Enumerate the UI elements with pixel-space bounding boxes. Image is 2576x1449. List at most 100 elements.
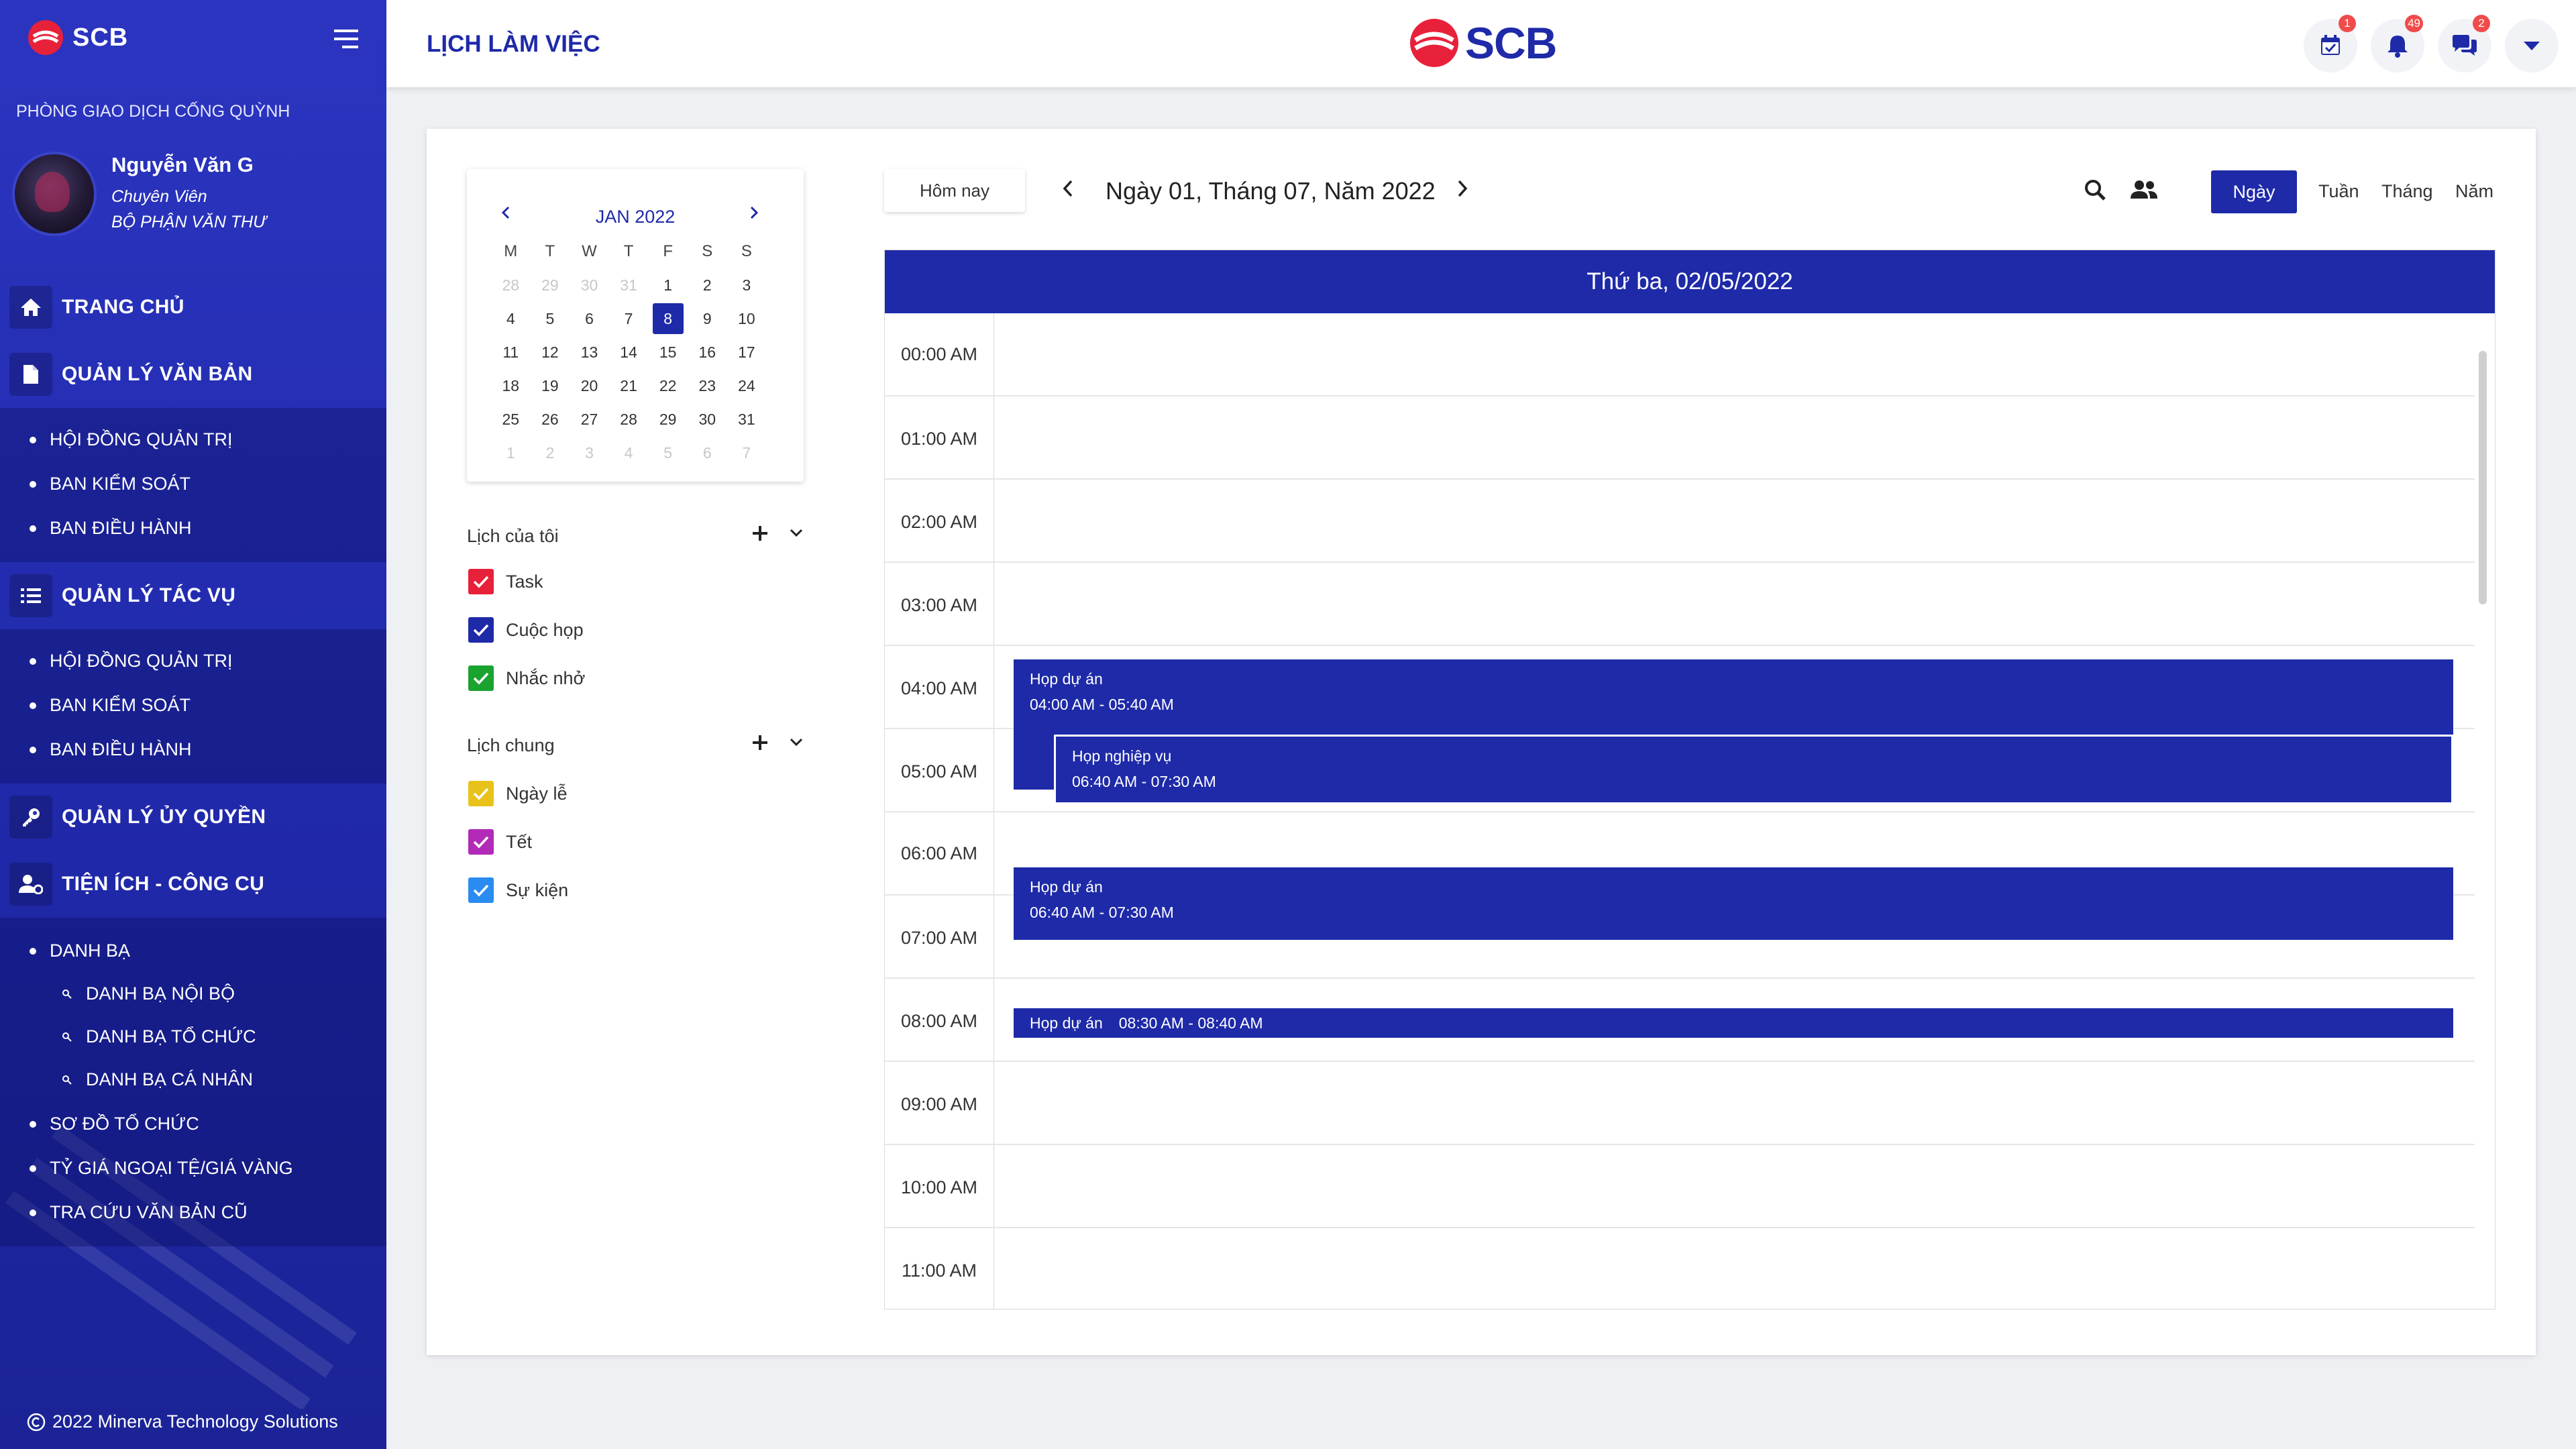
checkbox-checked-icon[interactable]	[468, 877, 494, 903]
view-year-button[interactable]: Năm	[2455, 181, 2493, 202]
calendar-notification-button[interactable]: 1	[2304, 15, 2357, 72]
calendar-day[interactable]: 30	[688, 402, 727, 436]
calendar-day[interactable]: 19	[531, 369, 570, 402]
sidebar-subitem-board[interactable]: HỘI ĐỒNG QUẢN TRỊ	[30, 429, 233, 450]
calendar-day-selected[interactable]: 8	[648, 302, 688, 335]
next-day-button[interactable]	[1456, 178, 1469, 199]
sidebar-subitem-personal-directory[interactable]: DANH BẠ CÁ NHÂN	[62, 1069, 253, 1090]
hour-row[interactable]: 02:00 AM	[885, 480, 2475, 563]
add-shared-calendar-button[interactable]	[751, 734, 769, 751]
calendar-filter-task[interactable]: Task	[468, 569, 543, 594]
calendar-day[interactable]: 1	[648, 268, 688, 302]
calendar-day[interactable]: 20	[570, 369, 609, 402]
calendar-day[interactable]: 1	[491, 436, 531, 470]
checkbox-checked-icon[interactable]	[468, 569, 494, 594]
event-project-meeting-2[interactable]: Họp dự án 06:40 AM - 07:30 AM	[1014, 867, 2453, 940]
hour-row[interactable]: 09:00 AM	[885, 1062, 2475, 1145]
calendar-day[interactable]: 2	[688, 268, 727, 302]
event-business-meeting[interactable]: Họp nghiệp vụ 06:40 AM - 07:30 AM	[1054, 735, 2453, 804]
view-day-button[interactable]: Ngày	[2211, 170, 2297, 213]
hour-row[interactable]: 03:00 AM	[885, 563, 2475, 646]
user-menu-dropdown[interactable]	[2505, 19, 2559, 72]
calendar-filter-event[interactable]: Sự kiện	[468, 877, 568, 903]
event-project-meeting-3[interactable]: Họp dự án 08:30 AM - 08:40 AM	[1014, 1008, 2453, 1038]
calendar-day[interactable]: 22	[648, 369, 688, 402]
calendar-day[interactable]: 14	[609, 335, 649, 369]
sidebar-item-tasks[interactable]: QUẢN LÝ TÁC VỤ	[0, 564, 386, 628]
search-button[interactable]	[2084, 178, 2106, 201]
sidebar-subitem-supervisory[interactable]: BAN KIỂM SOÁT	[30, 695, 191, 716]
hour-row[interactable]: 10:00 AM	[885, 1145, 2475, 1228]
hour-row[interactable]: 11:00 AM	[885, 1228, 2475, 1309]
sidebar-subitem-internal-directory[interactable]: DANH BẠ NỘI BỘ	[62, 983, 235, 1004]
day-view-grid[interactable]: Thứ ba, 02/05/2022 00:00 AM 01:00 AM 02:…	[884, 250, 2496, 1309]
hour-row[interactable]: 01:00 AM	[885, 396, 2475, 480]
header-logo[interactable]: SCB	[1407, 16, 1557, 70]
checkbox-checked-icon[interactable]	[468, 617, 494, 643]
scrollbar-thumb[interactable]	[2479, 351, 2487, 604]
previous-day-button[interactable]	[1061, 178, 1075, 199]
avatar[interactable]	[12, 152, 97, 236]
add-my-calendar-button[interactable]	[751, 525, 769, 542]
toggle-my-calendars-button[interactable]	[789, 527, 804, 538]
calendar-day[interactable]: 10	[727, 302, 767, 335]
calendar-day[interactable]: 29	[531, 268, 570, 302]
view-week-button[interactable]: Tuần	[2318, 181, 2359, 202]
calendar-day[interactable]: 29	[648, 402, 688, 436]
checkbox-checked-icon[interactable]	[468, 665, 494, 691]
calendar-day[interactable]: 16	[688, 335, 727, 369]
calendar-day[interactable]: 28	[609, 402, 649, 436]
toggle-shared-calendars-button[interactable]	[789, 737, 804, 747]
messages-button[interactable]: 2	[2438, 15, 2491, 72]
mini-calendar-next-button[interactable]	[749, 205, 759, 220]
calendar-day[interactable]: 3	[727, 268, 767, 302]
calendar-day[interactable]: 3	[570, 436, 609, 470]
calendar-day[interactable]: 27	[570, 402, 609, 436]
sidebar-item-utilities[interactable]: TIỆN ÍCH - CÔNG CỤ	[0, 852, 386, 916]
calendar-day[interactable]: 5	[648, 436, 688, 470]
calendar-day[interactable]: 21	[609, 369, 649, 402]
view-month-button[interactable]: Tháng	[2381, 181, 2433, 202]
calendar-day[interactable]: 12	[531, 335, 570, 369]
calendar-day[interactable]: 4	[609, 436, 649, 470]
sidebar-subitem-old-docs[interactable]: TRA CỨU VĂN BẢN CŨ	[30, 1202, 248, 1223]
calendar-day[interactable]: 5	[531, 302, 570, 335]
sidebar-subitem-org-chart[interactable]: SƠ ĐỒ TỔ CHỨC	[30, 1114, 199, 1134]
sidebar-subitem-executive[interactable]: BAN ĐIỀU HÀNH	[30, 739, 192, 760]
calendar-day[interactable]: 2	[531, 436, 570, 470]
calendar-day[interactable]: 17	[727, 335, 767, 369]
sidebar-subitem-directory[interactable]: DANH BẠ	[30, 941, 130, 961]
calendar-day[interactable]: 25	[491, 402, 531, 436]
sidebar-logo[interactable]: SCB	[27, 19, 128, 56]
calendar-day[interactable]: 23	[688, 369, 727, 402]
sidebar-subitem-board[interactable]: HỘI ĐỒNG QUẢN TRỊ	[30, 651, 233, 672]
calendar-day[interactable]: 30	[570, 268, 609, 302]
calendar-day[interactable]: 28	[491, 268, 531, 302]
calendar-day[interactable]: 15	[648, 335, 688, 369]
calendar-day[interactable]: 9	[688, 302, 727, 335]
calendar-day[interactable]: 26	[531, 402, 570, 436]
sidebar-subitem-org-directory[interactable]: DANH BẠ TỔ CHỨC	[62, 1026, 256, 1047]
user-profile[interactable]: Nguyễn Văn G Chuyên Viên BỘ PHẬN VĂN THƯ	[12, 152, 266, 236]
sidebar-item-documents[interactable]: QUẢN LÝ VĂN BẢN	[0, 342, 386, 407]
sidebar-item-home[interactable]: TRANG CHỦ	[0, 275, 386, 339]
sidebar-subitem-supervisory[interactable]: BAN KIỂM SOÁT	[30, 474, 191, 494]
calendar-day[interactable]: 24	[727, 369, 767, 402]
hour-row[interactable]: 00:00 AM	[885, 313, 2475, 396]
checkbox-checked-icon[interactable]	[468, 829, 494, 855]
calendar-day[interactable]: 4	[491, 302, 531, 335]
today-button[interactable]: Hôm nay	[884, 169, 1025, 212]
checkbox-checked-icon[interactable]	[468, 781, 494, 806]
menu-toggle-button[interactable]	[334, 27, 361, 51]
calendar-filter-meeting[interactable]: Cuộc họp	[468, 617, 584, 643]
participants-button[interactable]	[2129, 178, 2159, 201]
calendar-filter-tet[interactable]: Tết	[468, 829, 532, 855]
calendar-day[interactable]: 18	[491, 369, 531, 402]
calendar-day[interactable]: 31	[727, 402, 767, 436]
calendar-day[interactable]: 7	[609, 302, 649, 335]
calendar-filter-holiday[interactable]: Ngày lễ	[468, 781, 568, 806]
sidebar-item-delegation[interactable]: QUẢN LÝ ỦY QUYỀN	[0, 785, 386, 849]
calendar-day[interactable]: 6	[688, 436, 727, 470]
calendar-day[interactable]: 13	[570, 335, 609, 369]
calendar-day[interactable]: 31	[609, 268, 649, 302]
